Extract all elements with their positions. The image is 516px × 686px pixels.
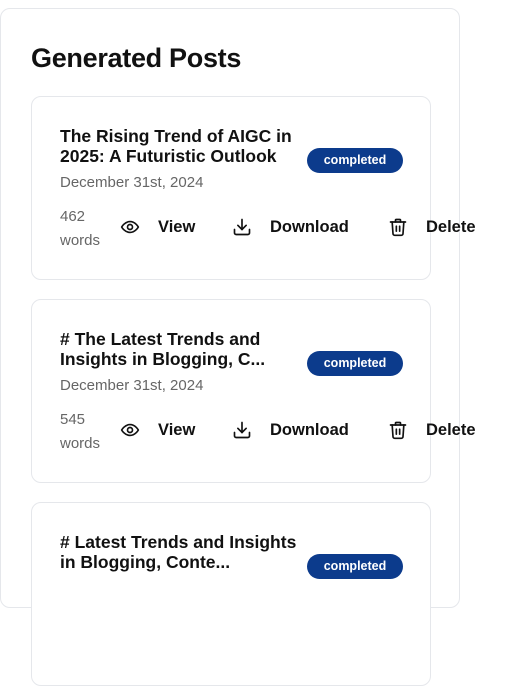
word-count: 462 words [60, 205, 112, 253]
view-button[interactable]: View [120, 217, 195, 237]
post-card: # The Latest Trends and Insights in Blog… [31, 299, 476, 483]
post-title: The Rising Trend of AIGC in 2025: A Futu… [60, 126, 292, 166]
download-icon [232, 420, 252, 440]
download-icon [232, 217, 252, 237]
page-title: Generated Posts [31, 43, 242, 73]
status-badge: completed [307, 351, 403, 376]
download-label: Download [270, 420, 349, 439]
word-count-unit: words [60, 232, 101, 249]
post-date: December 31st, 2024 [60, 174, 204, 191]
view-button[interactable]: View [120, 420, 195, 440]
post-title: # Latest Trends and Insights in Blogging… [60, 532, 297, 572]
download-button[interactable]: Download [232, 217, 349, 237]
trash-icon [388, 217, 408, 237]
word-count-value: 545 [60, 411, 86, 428]
delete-label: Delete [426, 217, 476, 236]
word-count-value: 462 [60, 208, 86, 225]
post-date: December 31st, 2024 [60, 377, 204, 394]
word-count-unit: words [60, 435, 101, 452]
view-label: View [158, 217, 196, 236]
eye-icon [120, 217, 140, 237]
status-badge: completed [307, 148, 403, 173]
trash-icon [388, 420, 408, 440]
status-badge: completed [307, 554, 403, 579]
generated-posts-panel: Generated Posts The Rising Trend of AIGC… [0, 8, 476, 686]
download-label: Download [270, 217, 349, 236]
word-count: 545 words [60, 408, 112, 456]
delete-button[interactable]: Delete [388, 217, 476, 237]
delete-label: Delete [426, 420, 476, 439]
post-card: # Latest Trends and Insights in Blogging… [31, 502, 431, 686]
post-title: # The Latest Trends and Insights in Blog… [60, 329, 266, 369]
delete-button[interactable]: Delete [388, 420, 476, 440]
eye-icon [120, 420, 140, 440]
post-card: The Rising Trend of AIGC in 2025: A Futu… [31, 96, 476, 280]
view-label: View [158, 420, 196, 439]
download-button[interactable]: Download [232, 420, 349, 440]
